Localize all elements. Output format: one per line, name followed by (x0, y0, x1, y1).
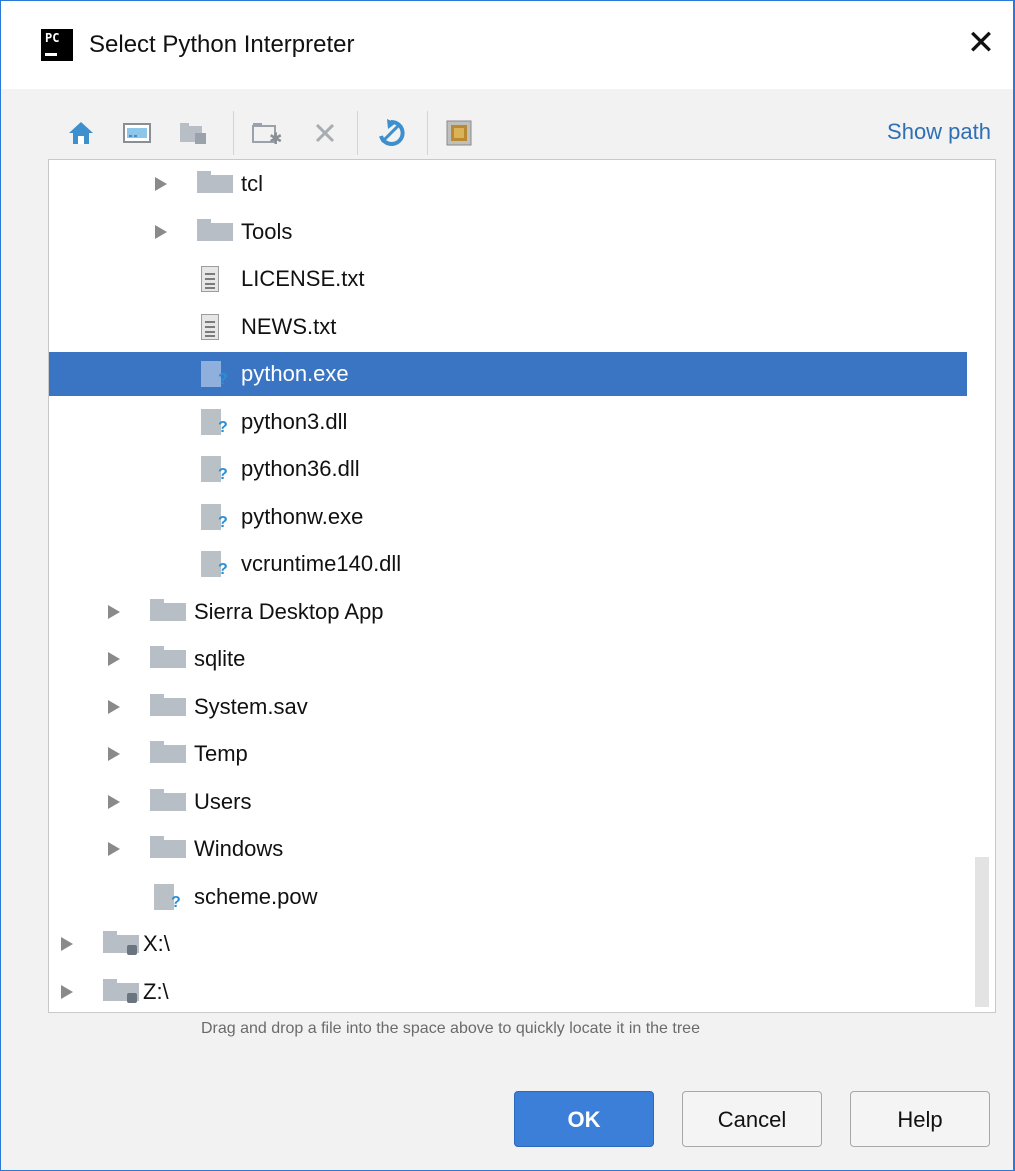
tree-row-label: System.sav (194, 693, 308, 719)
tree-row-label: Tools (241, 218, 293, 244)
tree-row[interactable]: sqlite (49, 637, 967, 681)
tree-row-label: Sierra Desktop App (194, 598, 384, 624)
tree-row-label: NEWS.txt (241, 313, 337, 339)
expand-arrow-icon[interactable] (155, 177, 167, 191)
tree-row[interactable]: tcl (49, 162, 967, 206)
text-file-icon (201, 266, 219, 292)
project-folder-icon (180, 123, 206, 144)
tree-row[interactable]: Sierra Desktop App (49, 590, 967, 634)
project-folder-button[interactable] (177, 117, 209, 149)
folder-icon (150, 693, 186, 716)
dialog-window: PC Select Python Interpreter ✕ ✱ Show pa… (0, 0, 1015, 1171)
tree-row[interactable]: LICENSE.txt (49, 257, 967, 301)
drive-icon (103, 931, 139, 955)
text-file-icon (201, 313, 219, 340)
title-bar[interactable]: PC Select Python Interpreter ✕ (1, 1, 1013, 89)
dialog-title: Select Python Interpreter (89, 31, 355, 58)
tree-row[interactable]: ? pythonw.exe (49, 495, 967, 539)
tree-row-label: python.exe (241, 361, 349, 386)
expand-arrow-icon[interactable] (108, 747, 120, 761)
refresh-button[interactable] (375, 117, 407, 149)
tree-row[interactable]: Users (49, 780, 967, 824)
expand-arrow-icon[interactable] (108, 604, 120, 619)
tree-row-label: vcruntime140.dll (241, 551, 402, 576)
unknown-file-icon: ? (201, 408, 228, 437)
tree-row-label: python36.dll (241, 456, 360, 481)
tree-row-label: scheme.pow (194, 883, 318, 909)
delete-button[interactable] (309, 117, 341, 149)
tree-row-label: sqlite (194, 646, 246, 671)
unknown-file-icon: ? (201, 551, 228, 579)
toggle-hidden-files-button[interactable] (443, 117, 475, 149)
delete-icon (315, 123, 335, 143)
folder-icon (197, 171, 233, 193)
tree-row[interactable]: ? python.exe (49, 352, 967, 396)
expand-arrow-icon[interactable] (108, 652, 120, 666)
folder-icon (197, 218, 233, 241)
expand-arrow-icon[interactable] (108, 842, 120, 856)
toolbar-separator (233, 111, 234, 155)
unknown-file-icon: ? (201, 361, 228, 389)
expand-arrow-icon[interactable] (108, 699, 120, 714)
folder-icon (150, 598, 186, 621)
file-chooser-toolbar: ✱ (61, 109, 511, 157)
expand-arrow-icon[interactable] (155, 224, 167, 239)
new-folder-icon: ✱ (252, 123, 282, 146)
pycharm-logo-icon: PC (41, 29, 73, 61)
tree-row[interactable]: X:\ (49, 922, 967, 966)
tree-row-label: Z:\ (143, 978, 169, 1004)
toggle-hidden-icon (446, 120, 472, 146)
tree-row[interactable]: NEWS.txt (49, 305, 967, 349)
tree-row-label: pythonw.exe (241, 503, 364, 529)
tree-row-label: Windows (194, 836, 284, 861)
folder-icon (150, 788, 186, 811)
tree-row-label: tcl (241, 171, 263, 196)
unknown-file-icon: ? (154, 883, 181, 912)
file-tree[interactable]: tcl Tools LICENSE.txt NEWS.txt? python.exe? p… (48, 159, 996, 1013)
home-button[interactable] (65, 117, 97, 149)
tree-row-label: Users (194, 788, 252, 814)
ok-button[interactable]: OK (514, 1091, 654, 1147)
tree-row-label: X:\ (143, 931, 170, 956)
folder-icon (150, 646, 186, 668)
folder-icon (150, 741, 186, 763)
tree-row-label: Temp (194, 741, 248, 766)
show-path-link[interactable]: Show path (887, 119, 991, 145)
close-button[interactable]: ✕ (959, 21, 1003, 65)
home-icon (69, 122, 93, 144)
tree-row[interactable]: ? python3.dll (49, 400, 967, 444)
toolbar-separator (357, 111, 358, 155)
scrollbar-thumb[interactable] (975, 857, 989, 1007)
drag-drop-hint: Drag and drop a file into the space abov… (201, 1020, 700, 1037)
tree-row-label: LICENSE.txt (241, 266, 365, 291)
tree-row[interactable]: ? vcruntime140.dll (49, 542, 967, 586)
svg-text:✱: ✱ (269, 129, 282, 146)
tree-row[interactable]: Windows (49, 827, 967, 871)
vertical-scrollbar[interactable] (967, 160, 995, 1012)
expand-arrow-icon[interactable] (108, 794, 120, 809)
cancel-button[interactable]: Cancel (682, 1091, 822, 1147)
unknown-file-icon: ? (201, 503, 228, 532)
tree-row[interactable]: Tools (49, 210, 967, 254)
tree-row[interactable]: System.sav (49, 685, 967, 729)
tree-row-label: python3.dll (241, 408, 348, 434)
help-button[interactable]: Help (850, 1091, 990, 1147)
tree-row[interactable]: Temp (49, 732, 967, 776)
tree-row[interactable]: ? scheme.pow (49, 875, 967, 919)
close-icon: ✕ (966, 23, 996, 63)
drive-icon (103, 978, 139, 1003)
expand-arrow-icon[interactable] (61, 937, 73, 951)
refresh-icon (379, 119, 405, 146)
tree-row[interactable]: Z:\ (49, 970, 967, 1013)
folder-icon (150, 836, 186, 858)
expand-arrow-icon[interactable] (61, 984, 73, 999)
desktop-icon (123, 123, 151, 143)
tree-row[interactable]: ? python36.dll (49, 447, 967, 491)
unknown-file-icon: ? (201, 456, 228, 484)
toolbar-separator (427, 111, 428, 155)
new-folder-button[interactable]: ✱ (251, 117, 283, 149)
desktop-button[interactable] (121, 117, 153, 149)
